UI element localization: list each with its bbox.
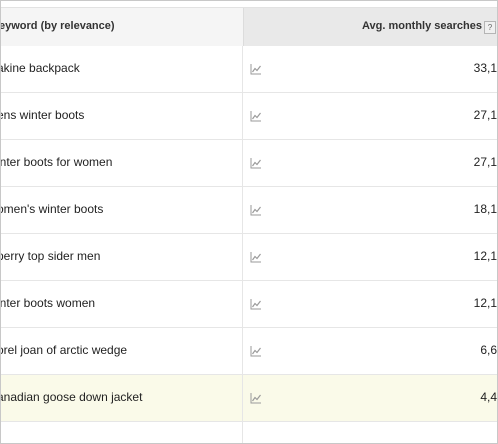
keyword-cell: omen's winter boots — [1, 187, 243, 233]
keyword-text: omen's winter boots — [1, 202, 104, 216]
keyword-text: perry top sider men — [1, 249, 101, 263]
line-chart-icon[interactable] — [250, 392, 262, 404]
table-row[interactable]: orel joan of arctic wedge 6,6 — [1, 328, 497, 375]
table-row[interactable]: inter boots for women 27,1 — [1, 140, 497, 187]
avg-monthly-searches-value: 33,1 — [473, 61, 497, 75]
keyword-text: inter boots for women — [1, 155, 113, 169]
keyword-cell: inter boots for women — [1, 140, 243, 186]
keyword-column-label: eyword (by relevance) — [0, 20, 115, 32]
keyword-text: inter boots women — [1, 296, 96, 310]
keyword-column-header[interactable]: eyword (by relevance) — [1, 8, 242, 46]
avg-monthly-searches-value: 27,1 — [473, 108, 497, 122]
keyword-text: anadian goose down jacket — [1, 390, 143, 404]
line-chart-icon[interactable] — [250, 345, 262, 357]
table-row[interactable]: omen's winter boots 18,1 — [1, 187, 497, 234]
avg-monthly-searches-value: 6,6 — [480, 343, 497, 357]
table-header: eyword (by relevance) Avg. monthly searc… — [1, 7, 497, 47]
table-row[interactable]: inter boots women 12,1 — [1, 281, 497, 328]
keyword-table-panel: eyword (by relevance) Avg. monthly searc… — [0, 0, 498, 444]
keyword-text: akine backpack — [1, 61, 80, 75]
keyword-text: orel joan of arctic wedge — [1, 343, 128, 357]
keyword-cell: inter boots women — [1, 281, 243, 327]
searches-column-header[interactable]: Avg. monthly searches ? — [243, 8, 497, 46]
help-icon[interactable]: ? — [484, 21, 496, 34]
avg-monthly-searches-value: 12,1 — [473, 249, 497, 263]
keyword-cell: perry top sider men — [1, 234, 243, 280]
table-body: akine backpack 33,1 ens winter boots 27,1 in… — [1, 46, 497, 422]
line-chart-icon[interactable] — [250, 110, 262, 122]
line-chart-icon[interactable] — [250, 63, 262, 75]
avg-monthly-searches-value: 27,1 — [473, 155, 497, 169]
keyword-cell: anadian goose down jacket — [1, 375, 243, 421]
line-chart-icon[interactable] — [250, 157, 262, 169]
line-chart-icon[interactable] — [250, 204, 262, 216]
table-row[interactable]: anadian goose down jacket 4,4 — [1, 375, 497, 422]
table-row-partial — [1, 422, 497, 443]
line-chart-icon[interactable] — [250, 298, 262, 310]
table-row[interactable]: akine backpack 33,1 — [1, 46, 497, 93]
avg-monthly-searches-value: 12,1 — [473, 296, 497, 310]
avg-monthly-searches-value: 4,4 — [480, 390, 497, 404]
avg-monthly-searches-value: 18,1 — [473, 202, 497, 216]
table-row[interactable]: ens winter boots 27,1 — [1, 93, 497, 140]
keyword-text: ens winter boots — [1, 108, 85, 122]
keyword-cell: akine backpack — [1, 46, 243, 92]
table-row[interactable]: perry top sider men 12,1 — [1, 234, 497, 281]
searches-column-label: Avg. monthly searches — [361, 20, 482, 32]
line-chart-icon[interactable] — [250, 251, 262, 263]
keyword-cell: orel joan of arctic wedge — [1, 328, 243, 374]
keyword-cell: ens winter boots — [1, 93, 243, 139]
keyword-cell — [1, 422, 243, 443]
